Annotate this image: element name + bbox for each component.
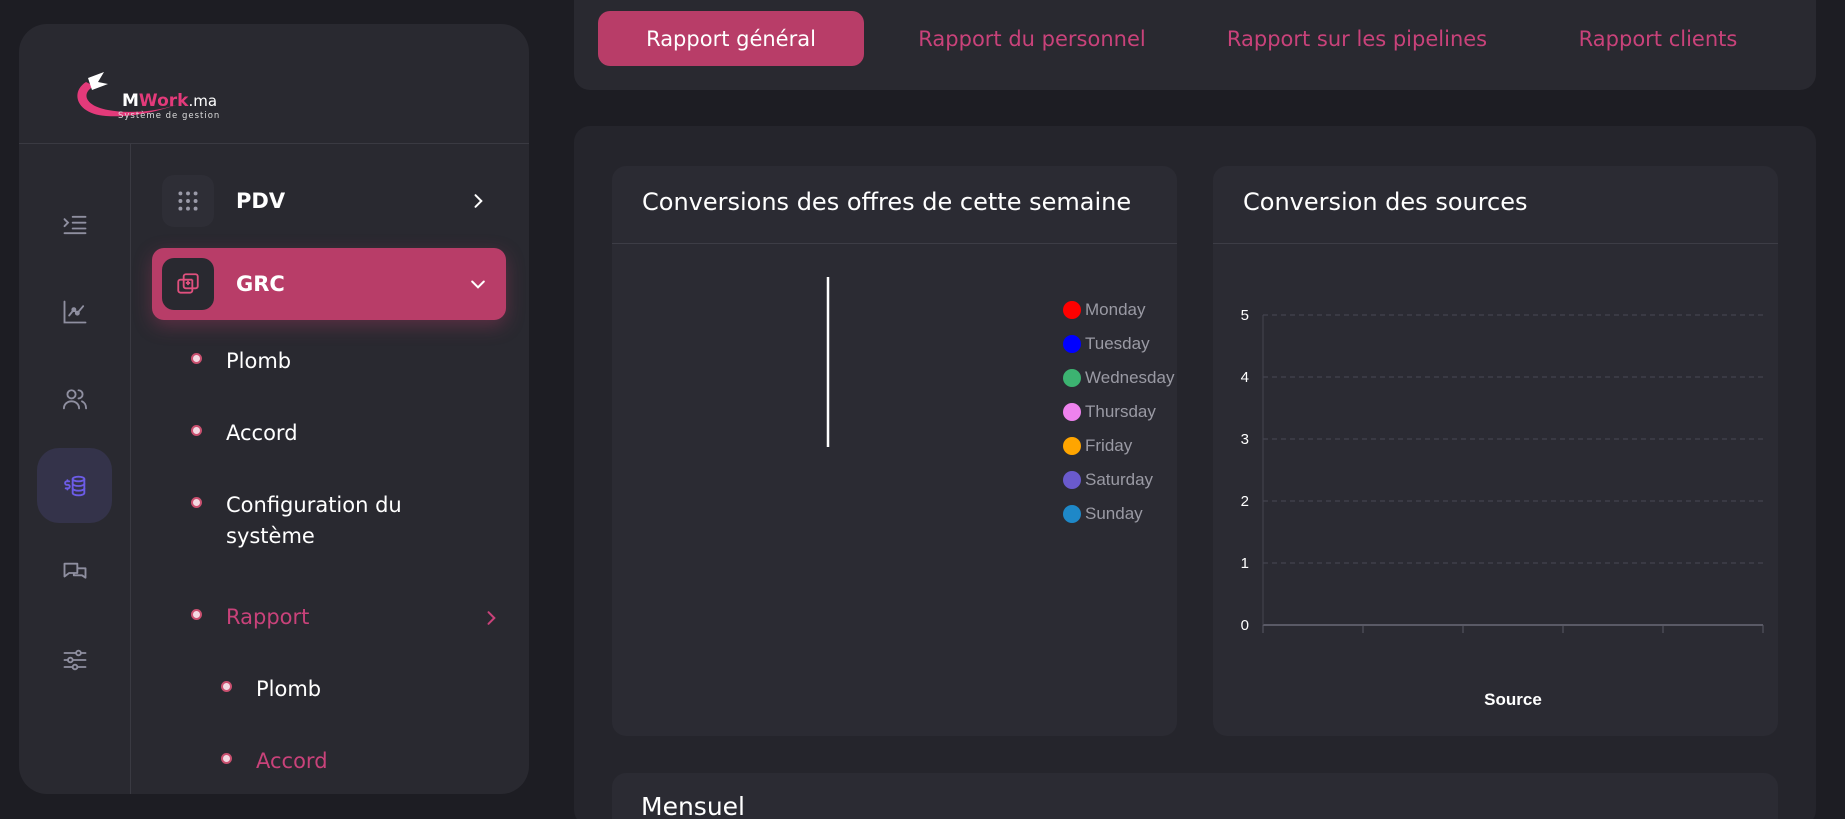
legend-label: Sunday [1085, 504, 1143, 523]
submenu-item-plomb[interactable]: Plomb [191, 346, 291, 377]
logo-area: MWork.ma Système de gestion [19, 24, 529, 144]
legend-label: Monday [1085, 300, 1146, 319]
legend-item-sunday[interactable]: Sunday [1063, 504, 1143, 524]
legend-swatch [1063, 437, 1081, 455]
rapport-child-plomb[interactable]: Plomb [221, 674, 321, 705]
layers-icon [162, 258, 214, 310]
legend-swatch [1063, 471, 1081, 489]
chart-icon[interactable] [37, 274, 112, 349]
legend-item-wednesday[interactable]: Wednesday [1063, 368, 1174, 388]
legend-swatch [1063, 369, 1081, 387]
sidebar: MWork.ma Système de gestion PDV GRC Plom… [19, 24, 529, 794]
menu-collapse-icon[interactable] [37, 187, 112, 262]
chevron-right-icon [474, 194, 483, 208]
users-icon[interactable] [37, 361, 112, 436]
submenu-label: Configuration du système [226, 493, 402, 548]
sliders-icon[interactable] [37, 622, 112, 697]
legend-item-monday[interactable]: Monday [1063, 300, 1145, 320]
tab-rapport-personnel[interactable]: Rapport du personnel [894, 11, 1170, 66]
legend-label: Tuesday [1085, 334, 1150, 353]
x-axis-label: Source [1484, 690, 1542, 709]
legend-swatch [1063, 403, 1081, 421]
legend-label: Thursday [1085, 402, 1156, 421]
menu-item-label: GRC [236, 272, 285, 296]
bullet-icon [191, 497, 202, 508]
menu-item-grc[interactable]: GRC [152, 248, 506, 320]
icon-rail [19, 144, 131, 794]
bullet-icon [221, 681, 232, 692]
submenu-label: Plomb [256, 677, 322, 701]
grid-dots-icon [162, 175, 214, 227]
y-tick-label: 1 [1241, 555, 1249, 572]
menu-item-label: PDV [236, 189, 286, 213]
source-bar-chart: 0 1 2 3 4 5 Source [1241, 307, 1764, 709]
bullet-icon [191, 609, 202, 620]
y-tick-label: 2 [1241, 493, 1249, 510]
chat-icon[interactable] [37, 535, 112, 610]
submenu-item-rapport[interactable]: Rapport [191, 602, 501, 633]
bullet-icon [221, 753, 232, 764]
legend-label: Friday [1085, 436, 1133, 455]
brand-name: MWork.ma [122, 91, 218, 111]
bullet-icon [191, 353, 202, 364]
brand-tagline: Système de gestion [118, 111, 221, 121]
tab-rapport-clients[interactable]: Rapport clients [1542, 11, 1774, 66]
report-tabs: Rapport général Rapport du personnel Rap… [574, 0, 1816, 90]
legend-swatch [1063, 301, 1081, 319]
submenu-label: Plomb [226, 349, 292, 373]
y-tick-label: 5 [1241, 307, 1249, 324]
submenu-label: Accord [226, 421, 298, 445]
submenu-label: Rapport [226, 605, 310, 629]
tab-rapport-pipelines[interactable]: Rapport sur les pipelines [1214, 11, 1500, 66]
y-tick-label: 3 [1241, 431, 1249, 448]
database-icon[interactable] [37, 448, 112, 523]
chevron-right-icon [487, 611, 496, 625]
weekly-conversions-card: Conversions des offres de cette semaine … [612, 166, 1177, 736]
bullet-icon [191, 425, 202, 436]
legend-item-thursday[interactable]: Thursday [1063, 402, 1156, 422]
legend-label: Saturday [1085, 470, 1154, 489]
legend-item-saturday[interactable]: Saturday [1063, 470, 1153, 490]
legend-item-tuesday[interactable]: Tuesday [1063, 334, 1150, 354]
legend-item-friday[interactable]: Friday [1063, 436, 1132, 456]
monthly-card [612, 773, 1778, 819]
y-tick-label: 0 [1241, 617, 1249, 634]
menu-item-pdv[interactable]: PDV [152, 165, 506, 237]
submenu-item-configuration[interactable]: Configuration du système [191, 490, 402, 552]
y-tick-label: 4 [1241, 369, 1249, 386]
source-conversions-card: Conversion des sources 0 1 2 3 4 5 Source [1213, 166, 1778, 736]
rapport-child-accord[interactable]: Accord [221, 746, 328, 777]
legend-swatch [1063, 335, 1081, 353]
chevron-down-icon [471, 280, 485, 289]
tab-rapport-general[interactable]: Rapport général [598, 11, 864, 66]
legend-label: Wednesday [1085, 368, 1175, 387]
submenu-label: Accord [256, 749, 328, 773]
submenu-item-accord[interactable]: Accord [191, 418, 298, 449]
legend-swatch [1063, 505, 1081, 523]
monthly-card-title: Mensuel [641, 792, 745, 819]
